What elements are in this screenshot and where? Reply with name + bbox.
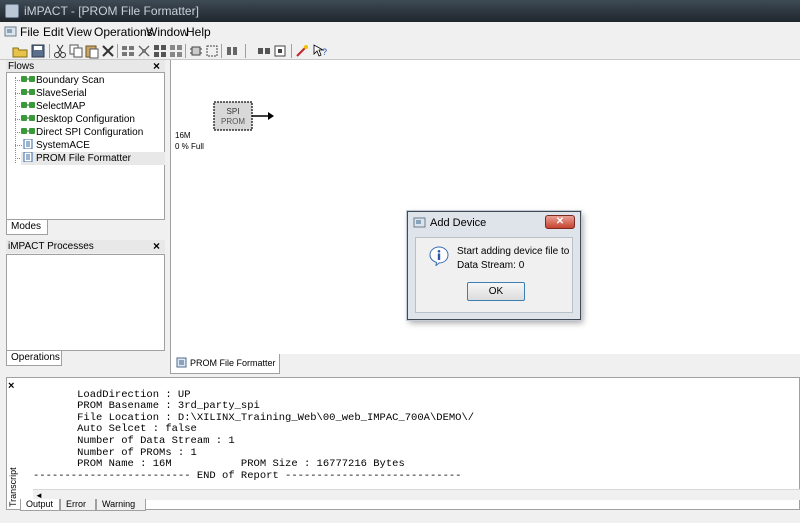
dialog-app-icon (413, 217, 426, 228)
grid-icon[interactable] (152, 43, 168, 59)
flow-label: SlaveSerial (36, 88, 87, 99)
flow-boundary-scan[interactable]: Boundary Scan (21, 74, 104, 87)
tab-modes[interactable]: Modes (6, 220, 48, 235)
menu-file[interactable]: File (20, 25, 39, 39)
flow-prom-file-formatter[interactable]: PROM File Formatter (21, 152, 165, 165)
dialog-message: Start adding device file to Data Stream:… (457, 245, 573, 273)
chain-flow-icon (21, 76, 35, 82)
canvas-tab-label: PROM File Formatter (190, 358, 276, 368)
add-device-dialog: Add Device ✕ Start adding device file to… (407, 211, 581, 320)
split-icon[interactable] (136, 43, 152, 59)
transcript-log: LoadDirection : UP PROM Basename : 3rd_p… (33, 378, 474, 494)
log-line: PROM Name : 16M PROM Size : 16777216 Byt… (33, 458, 405, 471)
tab-modes-label: Modes (11, 221, 42, 232)
menu-bar: File Edit View Operations Window Help (0, 22, 800, 42)
tab-prom-file-formatter[interactable]: PROM File Formatter (170, 354, 280, 374)
prom-fill-label: 0 % Full (175, 142, 204, 151)
dialog-title: Add Device (430, 217, 487, 229)
document-icon (23, 152, 33, 162)
svg-text:?: ? (322, 47, 327, 57)
chip-label-prom: PROM (221, 117, 245, 126)
wand-icon[interactable] (294, 43, 310, 59)
processes-header: iMPACT Processes (6, 240, 165, 253)
flows-panel: Boundary Scan SlaveSerial SelectMAP Desk… (6, 72, 165, 220)
flows-close-icon[interactable]: × (153, 60, 160, 72)
chip-label-spi: SPI (226, 107, 240, 116)
log-line: ------------------------- END of Report … (33, 469, 462, 482)
processes-title: iMPACT Processes (8, 241, 94, 252)
flow-desktop-configuration[interactable]: Desktop Configuration (21, 113, 135, 126)
transcript-label: Transcript (8, 467, 18, 507)
boundary-icon[interactable] (224, 43, 240, 59)
chip-icon[interactable] (188, 43, 204, 59)
flow-label: SelectMAP (36, 101, 86, 112)
flow-label: Desktop Configuration (36, 114, 135, 125)
dialog-body: Start adding device file to Data Stream:… (415, 237, 573, 313)
transcript-close-icon[interactable]: × (8, 380, 14, 392)
prom-size-label: 16M (175, 131, 191, 140)
tab-operations[interactable]: Operations (6, 351, 62, 366)
chain-flow-icon (21, 128, 35, 134)
chain-icon[interactable] (120, 43, 136, 59)
document-icon (23, 139, 33, 149)
window-menu-icon[interactable] (4, 25, 18, 39)
ram-icon[interactable] (256, 43, 272, 59)
config-icon[interactable] (204, 43, 220, 59)
menu-operations[interactable]: Operations (94, 25, 153, 39)
help-icon[interactable]: ? (312, 43, 328, 59)
menu-view[interactable]: View (66, 25, 92, 39)
delete-icon[interactable] (100, 43, 116, 59)
tab-operations-label: Operations (11, 352, 60, 363)
ok-button[interactable]: OK (467, 282, 525, 301)
status-bar (0, 512, 800, 523)
flow-selectmap[interactable]: SelectMAP (21, 100, 85, 113)
chain-flow-icon (21, 89, 35, 95)
formatter-icon (176, 357, 187, 368)
info-icon (429, 246, 449, 266)
flow-systemace[interactable]: SystemACE (21, 139, 90, 152)
tab-error[interactable]: Error (60, 499, 96, 511)
copy-icon[interactable] (68, 43, 84, 59)
dialog-message-line1: Start adding device file to (457, 246, 570, 257)
chain-flow-icon (21, 115, 35, 121)
menu-window[interactable]: Window (146, 25, 189, 39)
horizontal-scrollbar[interactable]: ◄ (33, 489, 800, 500)
dialog-close-icon[interactable]: ✕ (545, 215, 575, 229)
paste-icon[interactable] (84, 43, 100, 59)
flow-label: Direct SPI Configuration (36, 127, 144, 138)
grid2-icon[interactable] (168, 43, 184, 59)
flow-direct-spi-configuration[interactable]: Direct SPI Configuration (21, 126, 143, 139)
window-title: iMPACT - [PROM File Formatter] (24, 4, 199, 18)
flows-title: Flows (8, 61, 35, 72)
open-icon[interactable] (12, 43, 28, 59)
program-icon[interactable] (272, 43, 288, 59)
title-bar: iMPACT - [PROM File Formatter] (0, 0, 800, 22)
processes-panel (6, 254, 165, 351)
log-line: Number of Data Stream : 1 (33, 434, 235, 447)
cut-icon[interactable] (52, 43, 68, 59)
app-icon (5, 4, 19, 18)
save-icon[interactable] (30, 43, 46, 59)
tab-output[interactable]: Output (20, 499, 60, 511)
flow-label: PROM File Formatter (36, 153, 132, 164)
chain-flow-icon (21, 102, 35, 108)
tab-warning[interactable]: Warning (96, 499, 146, 511)
toolbar: ? (0, 42, 800, 60)
flow-slave-serial[interactable]: SlaveSerial (21, 87, 87, 100)
dialog-message-line2: Data Stream: 0 (457, 260, 525, 271)
processes-close-icon[interactable]: × (153, 240, 160, 252)
menu-help[interactable]: Help (186, 25, 211, 39)
flow-label: SystemACE (36, 140, 90, 151)
flow-label: Boundary Scan (36, 75, 105, 86)
menu-edit[interactable]: Edit (43, 25, 64, 39)
